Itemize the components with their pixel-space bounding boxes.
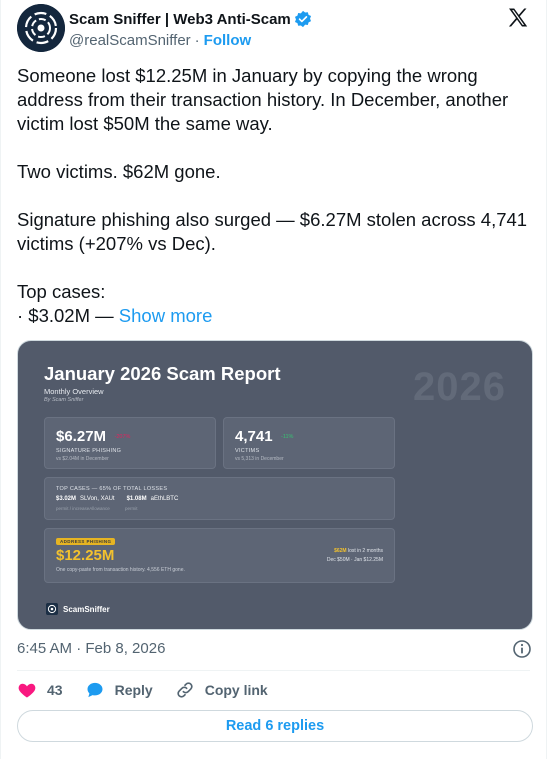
scam-sniffer-logo-icon bbox=[17, 4, 65, 52]
reply-bubble-icon bbox=[87, 682, 103, 698]
stat-signature-label: SIGNATURE PHISHING bbox=[56, 448, 122, 454]
report-brand: ScamSniffer bbox=[46, 603, 110, 615]
address-phishing-badge: ADDRESS PHISHING bbox=[56, 538, 116, 545]
stat-victims-label: VICTIMS bbox=[235, 448, 260, 454]
address-phishing-total-label: lost in 2 months bbox=[346, 548, 383, 554]
case2-tokens: aEthLBTC bbox=[150, 496, 179, 502]
like-count: 43 bbox=[47, 682, 63, 698]
copy-link-button[interactable]: Copy link bbox=[175, 680, 268, 700]
stat-victims-value: 4,741 bbox=[235, 428, 273, 445]
stat-card-signature-phishing: $6.27M -207% SIGNATURE PHISHING vs $2.04… bbox=[44, 417, 216, 469]
case2-value: $1.08M bbox=[126, 496, 147, 502]
stat-signature-value: $6.27M bbox=[56, 428, 107, 445]
follow-button[interactable]: Follow bbox=[204, 32, 252, 49]
link-icon bbox=[177, 682, 193, 698]
address-phishing-total: $62M bbox=[334, 548, 347, 554]
handle-line: @realScamSniffer · Follow bbox=[69, 32, 251, 49]
tweet-actions: 43 Reply Copy link bbox=[17, 680, 290, 700]
case1-method: permit / increaseAllowance bbox=[56, 506, 110, 511]
tweet-paragraph-4: Top cases: bbox=[17, 281, 106, 302]
heart-icon bbox=[18, 683, 36, 698]
tweet-paragraph-2: Two victims. $62M gone. bbox=[17, 161, 221, 182]
divider bbox=[17, 670, 530, 671]
account-name[interactable]: Scam Sniffer | Web3 Anti-Scam bbox=[69, 11, 291, 28]
report-subtitle: Monthly Overview bbox=[44, 387, 104, 396]
top-cases-row: $3.02M SLVon, XAUt $1.08M aEthLBTC bbox=[56, 496, 178, 502]
tweet-card: Scam Sniffer | Web3 Anti-Scam @realScamS… bbox=[0, 0, 547, 759]
copy-link-label: Copy link bbox=[204, 682, 268, 698]
stat-victims-sub: vs 5,313 in December bbox=[235, 456, 284, 462]
x-logo-icon[interactable] bbox=[506, 6, 530, 30]
top-cases-methods: permit / increaseAllowance permit bbox=[56, 506, 138, 511]
reply-button[interactable]: Reply bbox=[85, 680, 153, 700]
scam-sniffer-brand-icon bbox=[46, 603, 58, 615]
address-phishing-value: $12.25M bbox=[56, 547, 115, 564]
case1-value: $3.02M bbox=[56, 496, 77, 502]
separator-dot: · bbox=[194, 32, 200, 49]
top-case-prefix: · $3.02M — bbox=[17, 305, 114, 326]
name-line: Scam Sniffer | Web3 Anti-Scam bbox=[69, 10, 312, 28]
stat-signature-sub: vs $2.04M in December bbox=[56, 456, 109, 462]
case1-tokens: SLVon, XAUt bbox=[80, 496, 115, 502]
report-title: January 2026 Scam Report bbox=[44, 363, 281, 384]
tweet-timestamp[interactable]: 6:45 AM · Feb 8, 2026 bbox=[17, 640, 165, 657]
account-handle[interactable]: @realScamSniffer bbox=[69, 32, 191, 49]
tweet-paragraph-5: · $3.02M — Show more bbox=[17, 304, 532, 328]
tweet-header: Scam Sniffer | Web3 Anti-Scam @realScamS… bbox=[17, 4, 534, 52]
report-image[interactable]: January 2026 Scam Report Monthly Overvie… bbox=[17, 340, 533, 630]
stat-victims-change: -11% bbox=[281, 433, 294, 440]
like-button[interactable]: 43 bbox=[17, 680, 63, 700]
verified-badge-icon bbox=[294, 10, 311, 28]
reply-label: Reply bbox=[114, 682, 153, 698]
info-icon[interactable] bbox=[512, 639, 532, 659]
read-replies-button[interactable]: Read 6 replies bbox=[17, 710, 533, 742]
show-more-link[interactable]: Show more bbox=[119, 305, 213, 326]
report-brand-name: ScamSniffer bbox=[63, 604, 110, 614]
stat-card-victims: 4,741 -11% VICTIMS vs 5,313 in December bbox=[223, 417, 395, 469]
address-phishing-breakdown: Dec $50M · Jan $12.25M bbox=[326, 557, 383, 563]
avatar[interactable] bbox=[17, 4, 65, 52]
address-phishing-summary: $62M lost in 2 months Dec $50M · Jan $12… bbox=[327, 547, 383, 565]
tweet-text: Someone lost $12.25M in January by copyi… bbox=[17, 64, 532, 328]
report-byline: By Scam Sniffer bbox=[44, 397, 84, 403]
tweet-paragraph-1: Someone lost $12.25M in January by copyi… bbox=[17, 65, 509, 134]
tweet-paragraph-3: Signature phishing also surged — $6.27M … bbox=[17, 209, 528, 254]
address-phishing-card: ADDRESS PHISHING $12.25M One copy-paste … bbox=[44, 528, 395, 583]
top-cases-card: TOP CASES — 65% OF TOTAL LOSSES $3.02M S… bbox=[44, 477, 395, 520]
case2-method: permit bbox=[125, 506, 138, 511]
stat-signature-change: -207% bbox=[114, 433, 131, 440]
top-cases-header: TOP CASES — 65% OF TOTAL LOSSES bbox=[56, 486, 168, 492]
report-year-watermark: 2026 bbox=[413, 365, 506, 409]
address-phishing-sub: One copy-paste from transaction history.… bbox=[56, 567, 185, 573]
